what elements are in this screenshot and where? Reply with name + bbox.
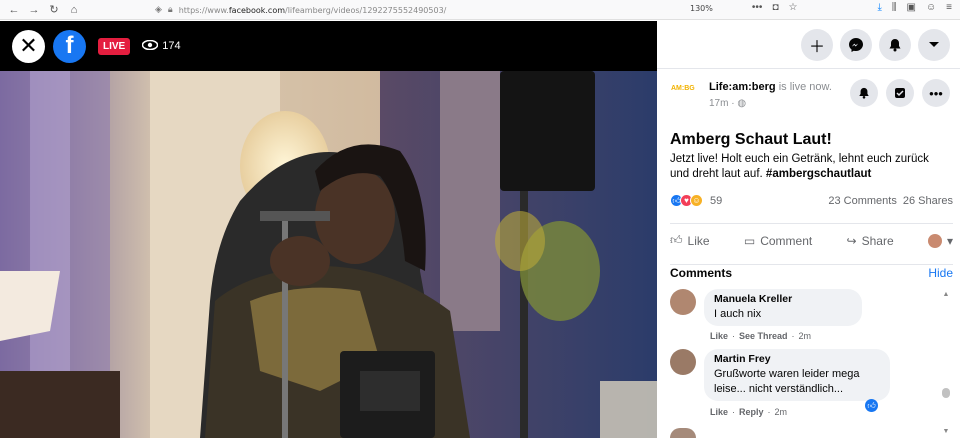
hashtag-link[interactable]: #ambergschautlaut [766,168,871,180]
see-thread-link[interactable]: See Thread [739,331,788,341]
comment-time[interactable]: 2m [775,407,788,417]
reaction-count[interactable]: 59 [710,195,722,207]
comments-scrollbar[interactable]: ▲ ▼ [942,291,950,438]
notifications-bell-icon[interactable] [879,28,911,61]
download-icon[interactable]: ⤓ [877,2,881,13]
commenter-name[interactable]: Martin Frey [714,353,880,365]
reply-link[interactable]: Reply [739,407,764,417]
post-body: Jetzt live! Holt euch ein Getränk, lehnt… [670,152,950,182]
commenter-name[interactable]: Manuela Kreller [714,293,852,305]
browser-toolbar-right: ••• ◘ ☆ ⤓ ⫼ ▣ ☺ ≡ [752,2,952,13]
shares-count[interactable]: 26 Shares [903,195,953,207]
create-plus-icon[interactable]: ＋ [801,28,833,61]
browser-toolbar: ← → ↻ ⌂ ◈ 🔒︎ https://www. facebook.com/li… [0,0,960,20]
post-header: AM:BG Life:am:berg is live now. 17m · ◍ … [657,69,960,119]
comment-text-line-2: leise... nicht verständlich... [714,383,844,395]
chevron-down-icon: ▾ [946,233,953,248]
menu-icon[interactable]: ≡ [946,2,952,13]
comments-title: Comments [670,266,733,280]
hide-comments-link[interactable]: Hide [928,266,953,280]
sidebar-top-actions: ＋ [657,21,960,69]
url-prefix: https://www. [178,5,229,15]
account-menu-icon[interactable] [918,28,950,61]
scroll-up-icon[interactable]: ▲ [942,291,950,298]
scroll-down-icon[interactable]: ▼ [942,428,950,435]
commenter-avatar[interactable] [670,289,696,315]
notification-bell-icon[interactable] [850,79,878,107]
post-timestamp[interactable]: 17m · ◍ [709,98,746,109]
facebook-logo-icon[interactable]: f [53,29,86,63]
comment-label: Comment [760,233,813,248]
speech-bubble-icon: ▭ [743,233,756,248]
address-bar[interactable]: ◈ 🔒︎ https://www. facebook.com/lifeamberg… [155,2,780,18]
comments-header: Comments Hide [670,264,953,280]
account-icon[interactable]: ☺ [926,2,936,13]
bookmark-star-icon[interactable]: ☆ [788,2,797,13]
close-icon[interactable]: ✕ [12,29,45,63]
live-video-player[interactable]: ✕ f LIVE 174 [0,21,657,438]
shield-icon[interactable]: ◈ [155,5,162,15]
page-name[interactable]: Life:am:berg [709,81,776,93]
live-status-text: is live now. [778,81,832,93]
comment-meta: Like · See Thread · 2m [710,331,812,341]
comment-text: I auch nix [714,308,762,320]
reload-icon[interactable]: ↻ [48,3,60,16]
comment-like-link[interactable]: Like [710,331,728,341]
forward-icon[interactable]: → [28,4,40,16]
comment-button[interactable]: ▭ Comment [744,234,812,248]
viewer-count-label: 174 [162,40,181,52]
home-icon[interactable]: ⌂ [68,4,80,16]
reaction-summary: 👍︎ ♥ ☺ 59 23 Comments 26 Shares [670,194,953,207]
like-label: Like [687,233,710,248]
browser-nav: ← → ↻ ⌂ [0,3,150,17]
post-time[interactable]: 17m [709,98,728,109]
user-avatar [927,233,942,248]
eye-icon [141,39,159,53]
viewer-count: 174 [141,39,181,53]
zoom-level[interactable]: 130% [690,4,713,13]
post-header-actions: ••• [850,79,950,107]
comment-time[interactable]: 2m [799,331,812,341]
lock-icon[interactable]: 🔒︎ [168,5,173,15]
post-action-bar: 👍︎ Like ▭ Comment ↪ Share ▾ [670,223,953,251]
post-sidebar: ＋ AM:BG Life:am:berg is live now. 17m · … [657,21,960,438]
video-frame [0,71,657,438]
haha-reaction-icon: ☺ [690,194,703,207]
comment-bubble: Martin Frey Grußworte waren leider mega … [704,349,890,401]
comment-text-line-1: Grußworte waren leider mega [714,368,860,380]
like-button[interactable]: 👍︎ Like [670,233,710,248]
globe-icon: ◍ [737,98,747,109]
engagement-counts: 23 Comments 26 Shares [828,195,953,207]
comment-bubble: Manuela Kreller I auch nix [704,289,862,326]
thumbs-up-icon: 👍︎ [670,233,683,247]
live-badge: LIVE [98,37,131,55]
library-icon[interactable]: ⫼ [892,2,897,13]
page-actions-menu-icon[interactable]: ••• [752,2,763,13]
page-name-line: Life:am:berg is live now. [709,81,832,93]
messenger-icon[interactable] [840,28,872,61]
url-domain: facebook.com [228,5,286,15]
share-button[interactable]: ↪ Share [847,234,894,248]
commenter-avatar[interactable] [670,428,696,438]
page-avatar[interactable]: AM:BG [671,85,701,105]
back-icon[interactable]: ← [8,4,20,16]
pocket-icon[interactable]: ◘ [772,2,778,13]
like-reaction-icon[interactable]: 👍︎ [865,399,878,412]
toolbar-spacer [807,2,867,13]
share-arrow-icon: ↪ [846,233,857,248]
sidebar-icon[interactable]: ▣ [906,2,915,13]
comment-meta: Like · Reply · 2m [710,407,788,417]
share-label: Share [861,233,894,248]
more-options-icon[interactable]: ••• [922,79,950,107]
url-path: /lifeamberg/videos/1292275552490503/ [285,5,447,15]
react-as-selector[interactable]: ▾ [927,233,953,248]
scrollbar-thumb[interactable] [942,388,950,398]
save-icon[interactable] [886,79,914,107]
comment-like-link[interactable]: Like [710,407,728,417]
reaction-icons[interactable]: 👍︎ ♥ ☺ [670,194,703,207]
post-title: Amberg Schaut Laut! [670,131,832,148]
comments-count[interactable]: 23 Comments [828,195,896,207]
commenter-avatar[interactable] [670,349,696,375]
video-topbar: ✕ f LIVE 174 [0,21,657,71]
